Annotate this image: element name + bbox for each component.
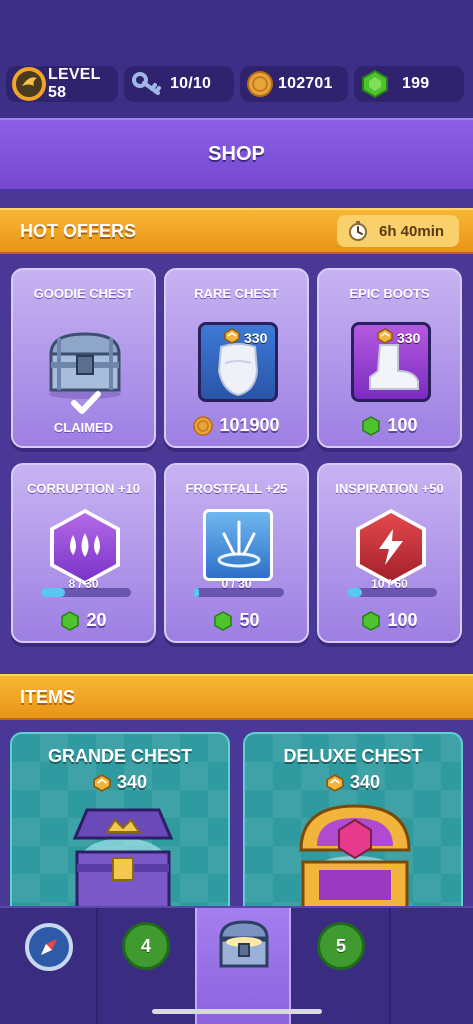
golden-chest-icon	[299, 804, 411, 910]
gem-icon	[362, 610, 381, 631]
offer-title: CORRUPTION +10	[26, 481, 141, 496]
gold-count: 102701	[278, 75, 333, 92]
shop-header: SHOP	[0, 118, 473, 192]
fragment-icon	[93, 773, 111, 792]
timer-text: 6h 40min	[379, 222, 445, 240]
offer-card-frostfall[interactable]: FROSTFALL +25 0 / 30 50	[164, 463, 309, 643]
offer-card-goodie-chest[interactable]: GOODIE CHEST CLAIMED	[11, 268, 156, 448]
price: 100	[319, 610, 460, 631]
armor-icon	[217, 343, 259, 397]
offers-timer: 6h 40min	[337, 215, 459, 247]
item-cost-value: 340	[116, 772, 148, 792]
progress-text: 0 / 30	[221, 577, 252, 591]
progress-text: 10 / 60	[371, 577, 408, 591]
corruption-badge	[50, 509, 120, 585]
keys-pill[interactable]: 10/10	[124, 66, 234, 102]
gold-coin-icon	[193, 415, 214, 436]
gold-pill[interactable]: 102701	[240, 66, 348, 102]
level-text: LEVEL 58	[48, 66, 101, 101]
nav-slot-2[interactable]: 4	[98, 908, 194, 1024]
price: 50	[166, 610, 307, 631]
notification-badge: 4	[122, 922, 170, 970]
nav-slot-4[interactable]: 5	[293, 908, 389, 1024]
stopwatch-icon	[349, 221, 367, 241]
offer-title: GOODIE CHEST	[33, 286, 134, 301]
item-card-grande-chest[interactable]: GRANDE CHEST 340	[10, 732, 230, 932]
bottom-nav: 4 5	[0, 906, 473, 1024]
chest-icon	[219, 920, 269, 968]
offer-title: RARE CHEST	[194, 286, 279, 301]
items-header: ITEMS	[0, 674, 473, 720]
nav-map[interactable]	[0, 908, 96, 1024]
inspiration-badge	[356, 509, 426, 585]
offer-title: INSPIRATION +50	[335, 481, 444, 496]
stats-bar: LEVEL 58 10/10 102701 199	[0, 64, 473, 104]
offer-card-corruption[interactable]: CORRUPTION +10 8 / 30 20	[11, 463, 156, 643]
badge-count: 4	[140, 935, 151, 956]
item-cost: 340	[12, 772, 228, 793]
checkmark-icon	[71, 391, 101, 414]
fragment-icon	[224, 328, 240, 344]
price-value: 100	[387, 610, 418, 630]
price-value: 50	[239, 610, 260, 630]
items-title: ITEMS	[20, 686, 76, 707]
offer-title: FROSTFALL +25	[185, 481, 288, 496]
frostfall-badge	[203, 509, 273, 581]
nav-slot-5[interactable]	[391, 908, 473, 1024]
progress-text: 8 / 30	[68, 577, 99, 591]
notification-badge: 5	[317, 922, 365, 970]
hot-offers-title: HOT OFFERS	[20, 220, 136, 241]
gem-icon	[362, 415, 381, 436]
item-title: GRANDE CHEST	[47, 746, 192, 766]
price-value: 20	[86, 610, 107, 630]
hot-offers-header: HOT OFFERS 6h 40min	[0, 208, 473, 254]
offer-card-inspiration[interactable]: INSPIRATION +50 10 / 60 100	[317, 463, 462, 643]
price-value: 100	[387, 415, 418, 435]
droplets-icon	[70, 533, 100, 557]
item-title: DELUXE CHEST	[283, 746, 423, 766]
boot-icon	[369, 344, 419, 390]
fragment-icon	[326, 773, 344, 792]
claimed-label: CLAIMED	[53, 420, 114, 435]
item-card-deluxe-chest[interactable]: DELUXE CHEST 340	[243, 732, 463, 932]
page-title: SHOP	[208, 143, 265, 165]
item-cost: 340	[245, 772, 461, 793]
price-value: 101900	[219, 415, 280, 435]
fragment-count: 330	[397, 330, 421, 346]
price: 101900	[166, 415, 307, 436]
keys-count: 10/10	[170, 75, 212, 92]
item-cost-value: 340	[349, 772, 381, 792]
fragment-icon	[377, 328, 393, 344]
frost-burst-icon	[217, 520, 261, 568]
price: 20	[13, 610, 154, 631]
offer-card-rare-chest[interactable]: RARE CHEST 330 101900	[164, 268, 309, 448]
offer-title: EPIC BOOTS	[349, 286, 430, 301]
level-pill[interactable]: LEVEL 58	[6, 66, 118, 102]
offer-card-epic-boots[interactable]: EPIC BOOTS 330 100	[317, 268, 462, 448]
fragment-count: 330	[244, 330, 268, 346]
price: 100	[319, 415, 460, 436]
lightning-icon	[379, 529, 403, 565]
compass-icon	[25, 923, 73, 971]
gem-icon	[214, 610, 233, 631]
nav-shop[interactable]	[195, 908, 291, 1024]
home-indicator	[152, 1009, 322, 1014]
purple-chest-icon	[72, 808, 174, 910]
badge-count: 5	[335, 935, 346, 956]
gems-count: 199	[402, 75, 430, 92]
gem-icon	[61, 610, 80, 631]
gems-pill[interactable]: 199	[354, 66, 464, 102]
